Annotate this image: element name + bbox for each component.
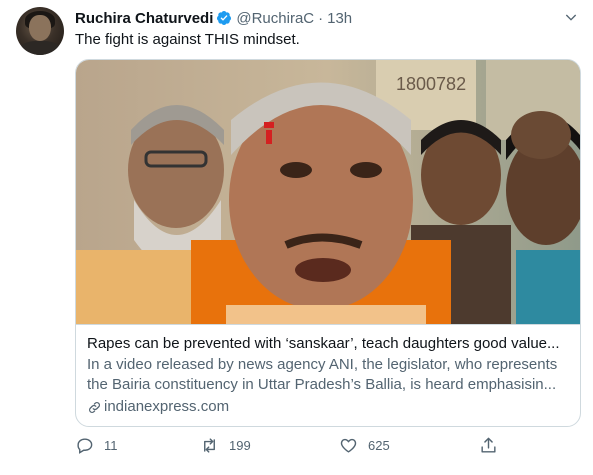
share-icon <box>481 437 496 453</box>
link-card[interactable]: 1800782 Rapes can be prevented with ‘san… <box>75 59 581 427</box>
card-description: In a video released by news agency ANI, … <box>87 355 571 395</box>
retweet-count: 199 <box>229 438 251 453</box>
retweet-icon <box>204 438 215 453</box>
tweet[interactable]: Ruchira Chaturvedi @RuchiraC · 13h The f… <box>0 0 593 475</box>
like-button[interactable]: 625 <box>339 436 390 455</box>
avatar[interactable] <box>16 7 64 55</box>
tweet-actions: 11 199 625 <box>75 436 505 458</box>
display-name[interactable]: Ruchira Chaturvedi <box>75 10 213 27</box>
timestamp[interactable]: 13h <box>327 10 352 27</box>
reply-count: 11 <box>104 438 118 453</box>
tweet-text: The fight is against THIS mindset. <box>75 31 300 48</box>
handle[interactable]: @RuchiraC <box>236 10 314 27</box>
retweet-button[interactable]: 199 <box>200 436 251 455</box>
card-title: Rapes can be prevented with ‘sanskaar’, … <box>87 335 560 352</box>
separator-dot: · <box>318 9 324 27</box>
card-description-line: the Bairia constituency in Uttar Pradesh… <box>87 376 557 393</box>
reply-icon <box>77 438 93 454</box>
like-count: 625 <box>368 438 390 453</box>
heart-icon <box>340 438 357 453</box>
wall-text: 1800782 <box>396 74 466 94</box>
card-description-line: In a video released by news agency ANI, … <box>87 356 558 373</box>
share-button[interactable] <box>479 436 498 455</box>
link-icon <box>89 401 100 413</box>
card-domain: indianexpress.com <box>87 397 229 417</box>
verified-badge-icon <box>217 11 232 25</box>
tweet-header: Ruchira Chaturvedi @RuchiraC · 13h <box>75 8 352 28</box>
card-body[interactable]: Rapes can be prevented with ‘sanskaar’, … <box>76 324 580 426</box>
chevron-down-icon[interactable] <box>563 9 579 25</box>
reply-button[interactable]: 11 <box>75 436 118 455</box>
card-image[interactable]: 1800782 <box>76 60 580 324</box>
card-domain-text: indianexpress.com <box>104 398 230 415</box>
